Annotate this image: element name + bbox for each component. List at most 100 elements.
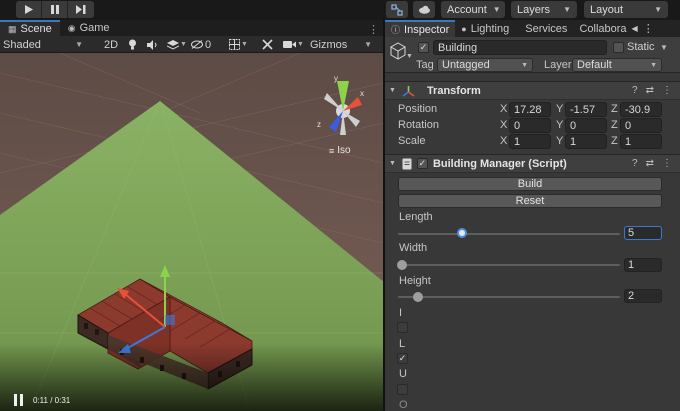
cube-icon	[390, 42, 406, 60]
position-label: Position	[398, 103, 438, 115]
preset-icon[interactable]: ⇄	[646, 158, 654, 169]
tab-scene[interactable]: ▦ Scene	[0, 20, 60, 36]
lighting-toggle[interactable]	[128, 36, 137, 53]
cloud-button[interactable]	[413, 1, 435, 18]
effects-dropdown[interactable]: ▼	[167, 36, 187, 53]
video-time: 0:11 / 0:31	[33, 395, 71, 405]
height-value-field[interactable]: 2	[624, 289, 662, 303]
static-checkbox[interactable]	[613, 42, 624, 53]
help-icon[interactable]: ?	[632, 85, 638, 96]
shape-u-checkbox[interactable]	[397, 384, 408, 395]
position-z-field[interactable]: -30.9	[620, 102, 662, 117]
height-slider-knob[interactable]	[412, 292, 423, 302]
tab-scene-label: Scene	[20, 23, 52, 35]
transform-header-icons: ? ⇄ ⋮	[632, 85, 672, 96]
projection-label: Iso	[337, 145, 351, 156]
transform-header[interactable]: ▼ Transform ? ⇄ ⋮	[385, 81, 680, 100]
length-slider-knob[interactable]	[456, 228, 467, 238]
tab-inspector-label: Inspector	[404, 23, 450, 36]
chevron-down-icon: ▼	[406, 53, 413, 60]
preset-icon[interactable]: ⇄	[646, 85, 654, 96]
build-button-label: Build	[517, 178, 543, 190]
camera-dropdown[interactable]: ▼	[283, 36, 304, 53]
more-menu-icon[interactable]: ⋮	[368, 23, 383, 36]
x-axis-label: X	[500, 103, 508, 115]
tab-services[interactable]: Services	[515, 20, 573, 37]
width-slider-knob[interactable]	[397, 260, 407, 270]
tab-inspector[interactable]: ⓘ Inspector	[385, 20, 456, 37]
object-name-field[interactable]: Building	[433, 40, 607, 55]
rotation-y-field[interactable]: 0	[565, 118, 607, 133]
2d-toggle[interactable]: 2D	[104, 36, 118, 53]
tab-menu-button[interactable]: ⋮	[641, 20, 656, 37]
pause-icon[interactable]	[14, 394, 23, 406]
position-y-field[interactable]: -1.57	[565, 102, 607, 117]
height-slider-track[interactable]	[398, 296, 620, 298]
layers-stack-icon	[167, 39, 179, 50]
tab-lighting[interactable]: ● Lighting	[455, 20, 515, 37]
tab-collaborate[interactable]: Collabora	[573, 20, 628, 37]
length-value-field[interactable]: 5	[624, 226, 662, 240]
layers-dropdown[interactable]: Layers ▼	[511, 1, 577, 18]
pause-button[interactable]	[42, 1, 68, 18]
position-x-field[interactable]: 17.28	[509, 102, 551, 117]
shape-l-checkbox[interactable]: ✓	[397, 353, 408, 364]
hidden-objects-toggle[interactable]: 0	[191, 36, 211, 53]
tag-dropdown[interactable]: Untagged ▼	[437, 58, 533, 72]
collab-button[interactable]	[386, 1, 408, 18]
position-x-value: 17.28	[514, 103, 542, 116]
account-dropdown[interactable]: Account ▼	[441, 1, 505, 18]
z-axis-label: Z	[611, 119, 618, 131]
grid-toggle[interactable]: ▼	[229, 36, 248, 53]
x-axis-label: X	[500, 135, 508, 147]
step-button[interactable]	[68, 1, 94, 18]
script-icon	[402, 158, 412, 169]
more-menu-icon[interactable]: ⋮	[662, 85, 672, 96]
projection-toggle[interactable]: ≡ Iso	[329, 145, 351, 156]
shape-i-checkbox[interactable]	[397, 322, 408, 333]
chevron-down-icon: ▼	[241, 41, 248, 48]
width-value-field[interactable]: 1	[624, 258, 662, 272]
width-slider-track[interactable]	[398, 264, 620, 266]
tag-value: Untagged	[442, 59, 490, 71]
gizmos-dropdown[interactable]: Gizmos ▼	[310, 36, 372, 53]
scene-viewport[interactable]: y z x ≡ Iso 0:11 / 0:31	[0, 53, 383, 411]
tools-toggle[interactable]	[262, 36, 273, 53]
lightbulb-icon: ●	[461, 23, 467, 34]
more-menu-icon: ⋮	[642, 23, 654, 35]
rotation-x-field[interactable]: 0	[509, 118, 551, 133]
scale-y-field[interactable]: 1	[565, 134, 607, 149]
shading-mode-dropdown[interactable]: Shaded ▼	[3, 36, 83, 53]
rotation-row: Rotation X 0 Y 0 Z 0	[385, 118, 680, 133]
more-menu-icon[interactable]: ⋮	[662, 158, 672, 169]
tab-overflow-button[interactable]: ◀	[629, 20, 641, 37]
build-button[interactable]: Build	[398, 177, 662, 191]
rotation-z-field[interactable]: 0	[620, 118, 662, 133]
account-label: Account	[447, 3, 487, 16]
reset-button[interactable]: Reset	[398, 194, 662, 208]
active-checkbox[interactable]: ✓	[418, 42, 429, 53]
length-slider-track[interactable]	[398, 233, 620, 235]
play-button[interactable]	[16, 1, 42, 18]
object-header: ▼ ✓ Building Static ▼ Tag Untagged ▼ Lay…	[385, 37, 680, 73]
z-axis-label: Z	[611, 103, 618, 115]
scene-toolbar: Shaded ▼ 2D ▼ 0 ▼ ▼ Gizmos ▼	[0, 36, 383, 53]
y-axis-label: Y	[556, 135, 564, 147]
layout-dropdown[interactable]: Layout ▼	[584, 1, 668, 18]
chevron-down-icon: ▼	[650, 61, 657, 69]
tab-game[interactable]: ◉ Game	[60, 20, 118, 36]
help-icon[interactable]: ?	[632, 158, 638, 169]
chevron-left-icon: ◀	[631, 24, 638, 33]
scale-z-field[interactable]: 1	[620, 134, 662, 149]
step-icon	[76, 5, 86, 14]
chevron-down-icon[interactable]: ▼	[660, 43, 668, 52]
rotation-y-value: 0	[570, 119, 577, 132]
scene-view[interactable]: y z x	[0, 53, 383, 411]
script-enabled-checkbox[interactable]: ✓	[416, 158, 428, 169]
scale-x-field[interactable]: 1	[509, 134, 551, 149]
transform-icon	[402, 85, 415, 97]
building-manager-header[interactable]: ▼ ✓ Building Manager (Script) ? ⇄ ⋮	[385, 154, 680, 173]
layer-dropdown[interactable]: Default ▼	[572, 58, 662, 72]
audio-toggle[interactable]	[147, 36, 158, 53]
speaker-icon	[147, 39, 157, 50]
